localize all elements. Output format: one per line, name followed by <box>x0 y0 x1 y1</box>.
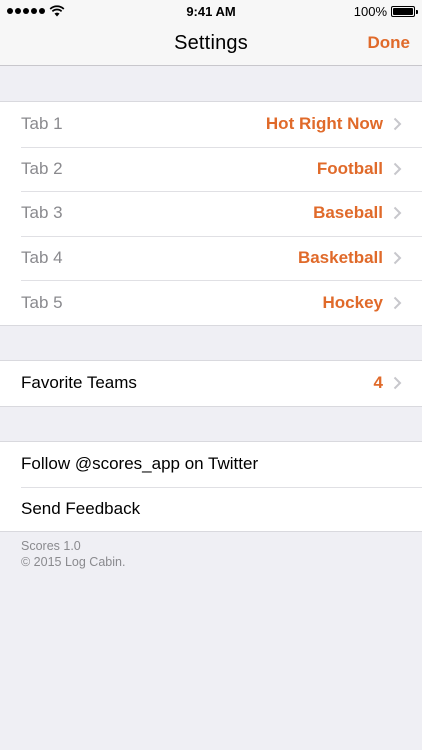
chevron-right-icon <box>393 118 402 131</box>
chevron-right-icon <box>393 207 402 220</box>
status-bar: 9:41 AM 100% <box>0 0 422 22</box>
tab-value: Hot Right Now <box>265 114 383 134</box>
page-title: Settings <box>174 32 248 54</box>
status-right: 100% <box>353 3 418 19</box>
tab-row-5[interactable]: Tab 5 Hockey <box>0 280 422 325</box>
tab-row-3[interactable]: Tab 3 Baseball <box>0 191 422 236</box>
tab-row-1[interactable]: Tab 1 Hot Right Now <box>0 102 422 147</box>
follow-twitter-label: Follow @scores_app on Twitter <box>21 454 259 474</box>
battery-icon <box>391 5 418 17</box>
tab-label: Tab 2 <box>21 158 63 178</box>
tab-label: Tab 5 <box>21 292 63 312</box>
follow-twitter-row[interactable]: Follow @scores_app on Twitter <box>0 442 422 487</box>
favorite-teams-row[interactable]: Favorite Teams 4 <box>0 361 422 406</box>
tab-label: Tab 1 <box>21 114 63 134</box>
send-feedback-row[interactable]: Send Feedback <box>0 486 422 532</box>
version-text: Scores 1.0 <box>21 539 81 553</box>
status-left <box>7 5 65 17</box>
tab-value: Football <box>316 158 383 178</box>
links-group: Follow @scores_app on Twitter Send Feedb… <box>0 441 422 533</box>
favorite-teams-count: 4 <box>373 373 383 393</box>
navigation-bar: Settings Done <box>0 22 422 66</box>
favorite-teams-label: Favorite Teams <box>21 373 137 393</box>
tab-row-2[interactable]: Tab 2 Football <box>0 146 422 192</box>
send-feedback-label: Send Feedback <box>21 498 141 518</box>
chevron-right-icon <box>393 162 402 176</box>
wifi-icon <box>49 5 65 17</box>
battery-percent: 100% <box>353 3 387 19</box>
tab-label: Tab 4 <box>21 248 63 268</box>
signal-dots-icon <box>7 8 45 14</box>
chevron-right-icon <box>393 251 402 265</box>
tab-value: Hockey <box>322 292 383 312</box>
tab-label: Tab 3 <box>21 203 63 223</box>
tabs-group: Tab 1 Hot Right Now Tab 2 Football Tab 3… <box>0 101 422 326</box>
app-footer: Scores 1.0 © 2015 Log Cabin. <box>21 538 125 570</box>
done-button[interactable]: Done <box>368 33 411 53</box>
tab-row-4[interactable]: Tab 4 Basketball <box>0 235 422 281</box>
chevron-right-icon <box>393 377 402 390</box>
favorites-group: Favorite Teams 4 <box>0 360 422 407</box>
chevron-right-icon <box>393 296 402 309</box>
tab-value: Baseball <box>313 203 383 223</box>
tab-value: Basketball <box>297 248 383 268</box>
copyright-text: © 2015 Log Cabin. <box>21 555 126 569</box>
